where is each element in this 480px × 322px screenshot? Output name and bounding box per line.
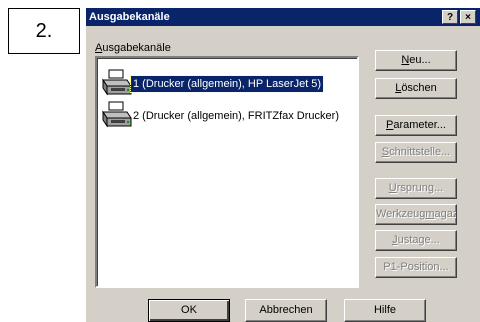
delete-button[interactable]: Löschen [375, 78, 457, 99]
step-number: 2. [8, 8, 80, 54]
help-button[interactable]: Hilfe [344, 299, 426, 322]
help-icon[interactable]: ? [442, 10, 458, 24]
close-icon[interactable]: × [460, 10, 476, 24]
list-item-label: 1 (Drucker (allgemein), HP LaserJet 5) [129, 75, 325, 93]
cancel-button[interactable]: Abbrechen [245, 299, 327, 322]
output-channels-dialog: Ausgabekanäle ? × Ausgabekanäle 1 (Druck… [86, 8, 480, 322]
printer-icon [102, 69, 132, 96]
list-item[interactable]: 1 (Drucker (allgemein), HP LaserJet 5) [99, 68, 349, 98]
list-label: Ausgabekanäle [95, 42, 171, 54]
new-button[interactable]: Neu... [375, 50, 457, 71]
output-channel-list[interactable]: 1 (Drucker (allgemein), HP LaserJet 5) 2… [95, 56, 359, 288]
origin-button[interactable]: Ursprung... [375, 178, 457, 199]
window-title: Ausgabekanäle [89, 11, 170, 23]
p1-position-button[interactable]: P1-Position... [375, 257, 457, 278]
list-item-label: 2 (Drucker (allgemein), FRITZfax Drucker… [133, 110, 339, 122]
adjustment-button[interactable]: Justage... [375, 230, 457, 251]
interface-button[interactable]: Schnittstelle... [375, 142, 457, 163]
parameter-button[interactable]: Parameter... [375, 115, 457, 136]
title-bar[interactable]: Ausgabekanäle ? × [86, 8, 480, 26]
tool-magazine-button[interactable]: Werkzeugmagazin... [375, 204, 457, 225]
printer-icon [102, 101, 132, 128]
list-item[interactable]: 2 (Drucker (allgemein), FRITZfax Drucker… [99, 100, 349, 130]
ok-button[interactable]: OK [148, 299, 230, 322]
